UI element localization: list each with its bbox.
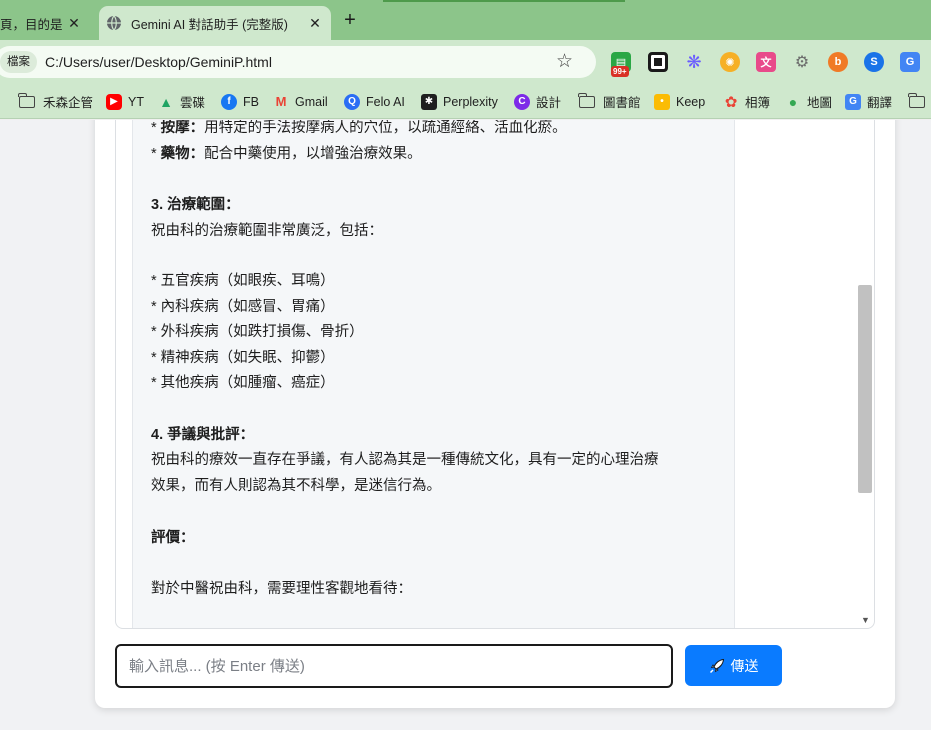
facebook-icon: f [221,93,237,110]
bookmark-item[interactable] [908,85,931,118]
tab-previous[interactable]: 頁，目的是 ✕ [0,6,90,40]
canva-icon: C [514,93,530,110]
bookmark-label: YT [128,94,144,109]
message-line: * 內科疾病（如感冒、胃痛） [151,299,335,315]
address-bar[interactable]: 檔案 C:/Users/user/Desktop/GeminiP.html ☆ [0,46,596,78]
bookmark-item[interactable]: • Keep [654,85,705,118]
felo-icon: Q [344,93,360,110]
close-tab-icon[interactable]: ✕ [64,13,84,33]
bookmark-label: Felo AI [366,94,405,109]
bookmark-item[interactable]: f FB [221,85,259,118]
bookmark-label: 翻譯 [867,96,893,110]
send-label: 傳送 [730,657,759,674]
new-tab-button[interactable]: + [339,9,361,31]
message-line: 祝由科的治療範圍非常廣泛，包括： [151,223,383,239]
message-heading: 3. 治療範圍： [151,197,240,213]
bookmarks-bar: 禾森企管 ▶ YT ▲ 雲碟 f FB M Gmail Q Felo AI ✱ … [0,85,931,119]
tools-extension-icon[interactable]: ⚙ [792,52,812,72]
translate-extension-icon[interactable]: 文 [756,52,776,72]
chat-scrollbar-thumb[interactable] [858,285,872,493]
scroll-down-arrow-icon[interactable]: ▼ [861,615,870,625]
close-tab-icon[interactable]: ✕ [305,13,325,33]
page-viewport: * 按摩：用特定的手法按摩病人的穴位，以疏通經絡、活血化瘀。 * 藥物：配合中藥… [0,120,931,730]
bookmark-label: Gmail [295,94,328,109]
tab-title: Gemini AI 對話助手 (完整版) [131,17,288,32]
google-drive-icon: ▲ [159,93,173,110]
folder-icon [908,92,925,108]
sun-extension-icon[interactable]: ✺ [720,52,740,72]
message-line: * 其他疾病（如腫瘤、癌症） [151,375,335,391]
bookmark-item[interactable]: C 設計 [514,85,561,118]
translate-icon: G [845,93,861,110]
url-text[interactable]: C:/Users/user/Desktop/GeminiP.html [45,54,272,70]
bookmark-star-icon[interactable]: ☆ [556,51,573,73]
perplexity-icon: ✱ [421,93,437,110]
bookmark-label: 圖書館 [603,96,641,110]
site-info-chip[interactable]: 檔案 [0,51,37,73]
b-extension-icon[interactable]: b [828,52,848,72]
tab-strip: 頁，目的是 ✕ Gemini AI 對話助手 (完整版) ✕ + [0,0,931,40]
s-extension-icon[interactable]: S [864,52,884,72]
square-extension-icon[interactable] [648,52,668,72]
bookmark-label: 禾森企管 [43,96,94,110]
message-line: 祝由科的療效一直存在爭議，有人認為其是一種傳統文化，具有一定的心理治療 [151,452,659,468]
maps-icon: ● [788,93,798,110]
bookmark-label: 地圖 [807,96,833,110]
bookmark-item[interactable]: ● 地圖 [785,85,832,118]
bookmark-item[interactable]: 圖書館 [578,85,641,118]
google-translate-extension-icon[interactable]: G [900,52,920,72]
bookmark-item[interactable]: 禾森企管 [18,85,94,118]
youtube-icon: ▶ [106,93,122,110]
bookmark-item[interactable]: ▲ 雲碟 [158,85,205,118]
keep-icon: • [654,93,670,110]
tab-active[interactable]: Gemini AI 對話助手 (完整版) ✕ [99,6,331,40]
globe-icon [107,15,121,31]
folder-icon [578,92,595,108]
bookmark-label: 雲碟 [180,96,206,110]
bookmark-item[interactable]: M Gmail [273,85,328,118]
bookmark-label: Keep [676,94,706,109]
bookmark-item[interactable]: Q Felo AI [344,85,405,118]
tab-group-accent [383,0,625,2]
message-line: * 精神疾病（如失眠、抑鬱） [151,350,335,366]
message-line: 對於中醫祝由科，需要理性客觀地看待： [151,581,412,597]
bookmark-item[interactable]: ✱ Perplexity [421,85,498,118]
bookmark-label: Perplexity [443,94,498,109]
send-button[interactable]: 傳送 [685,645,782,686]
bookmark-label: 相簿 [745,96,771,110]
chat-history[interactable]: * 按摩：用特定的手法按摩病人的穴位，以疏通經絡、活血化瘀。 * 藥物：配合中藥… [115,120,875,629]
bookmark-label: 設計 [536,96,562,110]
gmail-icon: M [275,94,287,109]
message-line: * 外科疾病（如跌打損傷、骨折） [151,324,364,340]
flower-extension-icon[interactable]: ❋ [684,52,704,72]
bookmark-label: FB [243,94,259,109]
rocket-icon [709,658,724,673]
message-line: * 五官疾病（如眼疾、耳鳴） [151,273,335,289]
message-line: * 藥物：配合中藥使用，以增強治療效果。 [151,146,422,162]
folder-icon [18,92,35,108]
photos-icon: ✿ [724,93,738,111]
message-line: * 按摩：用特定的手法按摩病人的穴位，以疏通經絡、活血化瘀。 [151,120,567,136]
bookmark-item[interactable]: G 翻譯 [845,85,892,118]
bookmark-item[interactable]: ▶ YT [106,85,144,118]
message-input[interactable] [115,644,673,688]
message-heading: 4. 爭議與批評： [151,427,255,443]
extension-badge: 99+ [611,66,629,77]
assistant-message-bubble: * 按摩：用特定的手法按摩病人的穴位，以疏通經絡、活血化瘀。 * 藥物：配合中藥… [132,120,735,628]
message-heading: 評價： [151,530,195,546]
message-line: 效果，而有人則認為其不科學，是迷信行為。 [151,478,441,494]
bookmark-item[interactable]: ✿ 相簿 [723,85,770,118]
tab-title: 頁，目的是 [0,17,63,32]
